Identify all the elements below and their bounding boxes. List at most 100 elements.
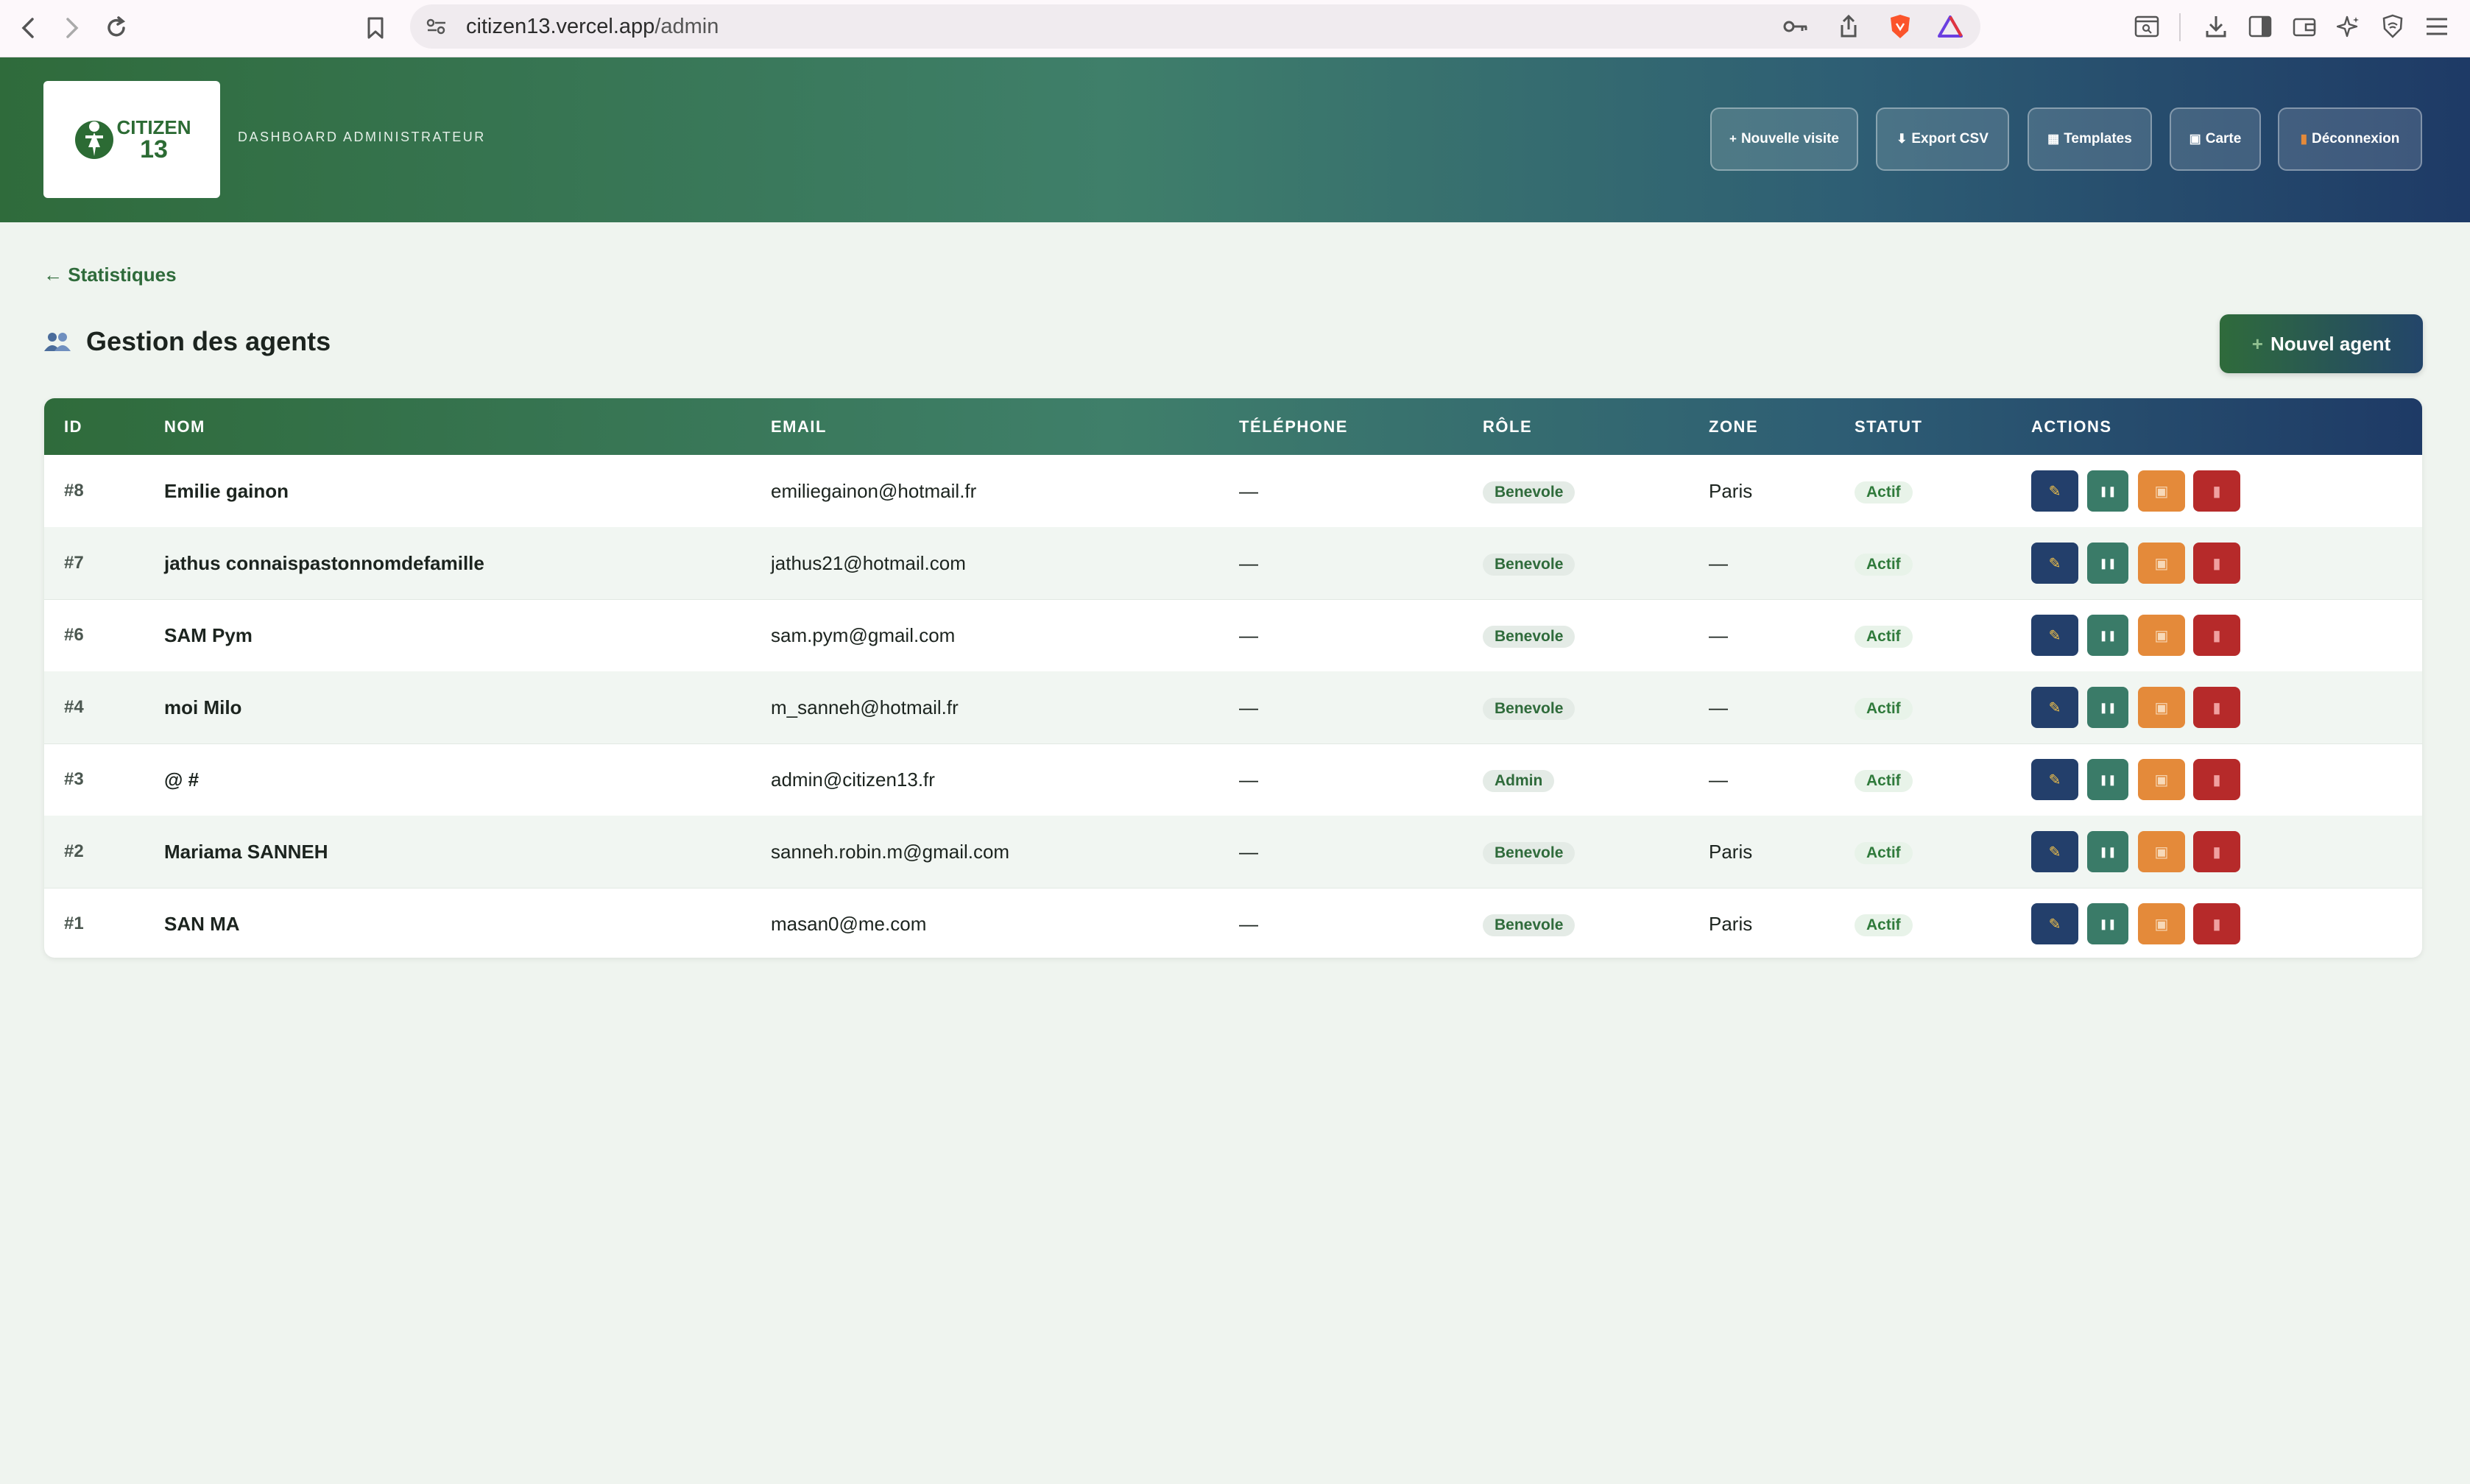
delete-button[interactable]: ▮ <box>2193 759 2240 800</box>
trash-icon: ▮ <box>2212 771 2221 788</box>
templates-button[interactable]: ▦ Templates <box>2028 107 2152 171</box>
logout-button[interactable]: ▮ Déconnexion <box>2278 107 2422 171</box>
agent-role-cell: Benevole <box>1483 888 1575 958</box>
edit-button[interactable]: ✎ <box>2031 543 2078 584</box>
column-header-actions: ACTIONS <box>2031 417 2112 436</box>
brave-rewards-icon[interactable] <box>1936 12 1965 41</box>
agent-id: #6 <box>64 625 84 645</box>
pause-icon: ❚❚ <box>2099 845 2117 858</box>
table-row: #3 @ # admin@citizen13.fr — Admin — Acti… <box>44 743 2422 816</box>
column-header-email[interactable]: EMAIL <box>771 398 827 455</box>
agent-status-cell: Actif <box>1855 455 1913 527</box>
suspend-button[interactable]: ❚❚ <box>2087 687 2128 728</box>
trash-icon: ▮ <box>2212 699 2221 716</box>
download-icon[interactable] <box>2201 12 2231 41</box>
back-to-statistics-link[interactable]: ← Statistiques <box>43 264 177 286</box>
badge-card-button[interactable]: ▣ <box>2138 759 2185 800</box>
edit-button[interactable]: ✎ <box>2031 831 2078 872</box>
agent-status-cell: Actif <box>1855 671 1913 743</box>
edit-button[interactable]: ✎ <box>2031 903 2078 944</box>
pencil-icon: ✎ <box>2048 916 2061 933</box>
pause-icon: ❚❚ <box>2099 629 2117 641</box>
agent-name: @ # <box>164 768 200 791</box>
key-icon[interactable] <box>1781 15 1810 38</box>
new-visit-button[interactable]: + Nouvelle visite <box>1710 107 1858 171</box>
agent-phone: — <box>1239 624 1258 646</box>
column-header-status[interactable]: STATUT <box>1855 398 1923 455</box>
badge-card-button[interactable]: ▣ <box>2138 831 2185 872</box>
delete-button[interactable]: ▮ <box>2193 903 2240 944</box>
table-row: #8 Emilie gainon emiliegainon@hotmail.fr… <box>44 455 2422 528</box>
badge-card-button[interactable]: ▣ <box>2138 903 2185 944</box>
brave-shield-icon[interactable] <box>1885 12 1915 41</box>
suspend-button[interactable]: ❚❚ <box>2087 903 2128 944</box>
role-badge: Benevole <box>1483 481 1575 504</box>
pause-icon: ❚❚ <box>2099 701 2117 713</box>
suspend-button[interactable]: ❚❚ <box>2087 831 2128 872</box>
agent-zone: Paris <box>1709 913 1753 935</box>
browser-toolbar: citizen13.vercel.app/admin <box>0 0 2470 57</box>
column-header-name[interactable]: NOM <box>164 398 205 455</box>
map-icon: ▣ <box>2189 132 2201 146</box>
agent-id: #1 <box>64 914 84 933</box>
agent-role-cell: Benevole <box>1483 599 1575 671</box>
delete-button[interactable]: ▮ <box>2193 470 2240 512</box>
reload-icon[interactable] <box>99 10 134 46</box>
column-header-phone[interactable]: TÉLÉPHONE <box>1239 398 1348 455</box>
edit-button[interactable]: ✎ <box>2031 759 2078 800</box>
suspend-button[interactable]: ❚❚ <box>2087 470 2128 512</box>
plus-icon: + <box>1729 132 1737 146</box>
table-row: #6 SAM Pym sam.pym@gmail.com — Benevole … <box>44 599 2422 672</box>
tab-search-icon[interactable] <box>2132 12 2162 41</box>
agent-status-cell: Actif <box>1855 816 1913 888</box>
agent-id: #7 <box>64 553 84 573</box>
address-bar[interactable]: citizen13.vercel.app/admin <box>410 4 1980 49</box>
trash-icon: ▮ <box>2212 627 2221 644</box>
back-arrow-icon[interactable] <box>10 10 46 46</box>
column-header-id[interactable]: ID <box>64 398 82 455</box>
agent-email: m_sanneh@hotmail.fr <box>771 696 959 718</box>
suspend-button[interactable]: ❚❚ <box>2087 543 2128 584</box>
export-csv-button[interactable]: ⬇ Export CSV <box>1876 107 2009 171</box>
share-icon[interactable] <box>1835 13 1862 40</box>
badge-card-button[interactable]: ▣ <box>2138 470 2185 512</box>
agent-role-cell: Benevole <box>1483 816 1575 888</box>
citizen-figure-icon <box>75 120 114 159</box>
agent-zone: — <box>1709 552 1728 574</box>
delete-button[interactable]: ▮ <box>2193 831 2240 872</box>
badge-card-button[interactable]: ▣ <box>2138 615 2185 656</box>
vpn-shield-icon[interactable] <box>2378 12 2407 41</box>
templates-icon: ▦ <box>2047 132 2060 146</box>
delete-button[interactable]: ▮ <box>2193 687 2240 728</box>
edit-button[interactable]: ✎ <box>2031 615 2078 656</box>
plus-icon: + <box>2251 332 2263 355</box>
column-header-zone[interactable]: ZONE <box>1709 398 1758 455</box>
pause-icon: ❚❚ <box>2099 556 2117 569</box>
delete-button[interactable]: ▮ <box>2193 543 2240 584</box>
agent-zone: — <box>1709 624 1728 646</box>
new-agent-button[interactable]: + Nouvel agent <box>2220 314 2423 373</box>
bookmark-icon[interactable] <box>358 10 393 46</box>
url-text[interactable]: citizen13.vercel.app/admin <box>466 4 719 49</box>
id-card-icon: ▣ <box>2154 699 2169 716</box>
column-header-role[interactable]: RÔLE <box>1483 398 1532 455</box>
forward-arrow-icon[interactable] <box>54 10 90 46</box>
leo-ai-icon[interactable] <box>2334 12 2363 41</box>
site-settings-icon[interactable] <box>423 15 450 38</box>
sidebar-icon[interactable] <box>2245 12 2275 41</box>
delete-button[interactable]: ▮ <box>2193 615 2240 656</box>
map-button[interactable]: ▣ Carte <box>2170 107 2261 171</box>
status-badge: Actif <box>1855 626 1913 649</box>
table-header: ID NOM EMAIL TÉLÉPHONE RÔLE ZONE STATUT … <box>44 398 2422 455</box>
badge-card-button[interactable]: ▣ <box>2138 543 2185 584</box>
edit-button[interactable]: ✎ <box>2031 470 2078 512</box>
edit-button[interactable]: ✎ <box>2031 687 2078 728</box>
id-card-icon: ▣ <box>2154 627 2169 644</box>
badge-card-button[interactable]: ▣ <box>2138 687 2185 728</box>
suspend-button[interactable]: ❚❚ <box>2087 759 2128 800</box>
logo[interactable]: CITIZEN 13 <box>43 81 220 198</box>
suspend-button[interactable]: ❚❚ <box>2087 615 2128 656</box>
dashboard-subtitle: DASHBOARD ADMINISTRATEUR <box>238 130 486 144</box>
wallet-icon[interactable] <box>2290 12 2319 41</box>
menu-icon[interactable] <box>2422 12 2452 41</box>
